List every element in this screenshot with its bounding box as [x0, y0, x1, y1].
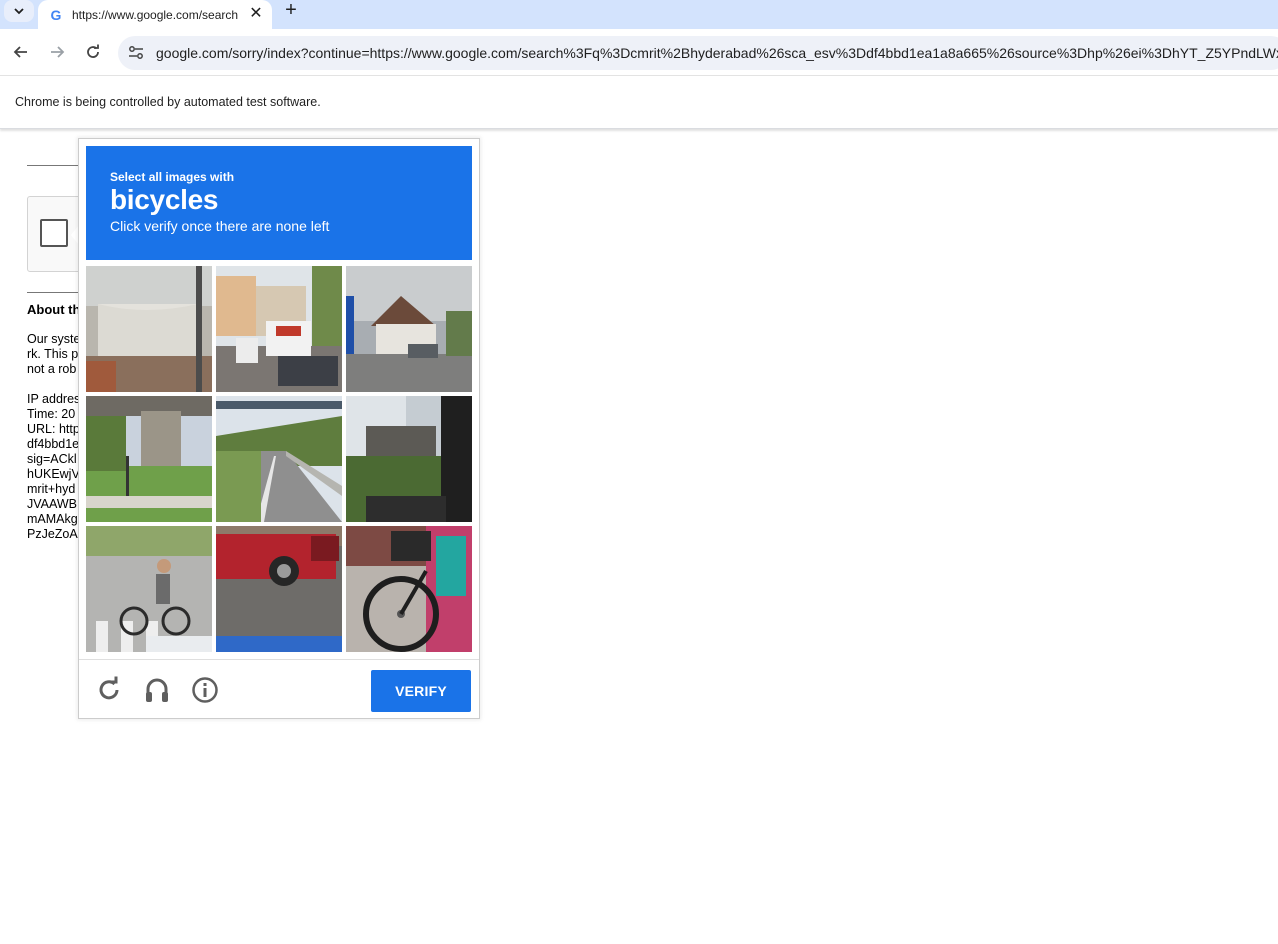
instruction-text: Select all images with [110, 170, 235, 184]
arrow-right-icon [51, 46, 65, 58]
page-text-line: sig=ACkl [27, 452, 77, 466]
page-text-line: mAMAkg [27, 512, 78, 526]
tile-cyclist-crosswalk[interactable] [86, 526, 212, 652]
tab-strip: G https://www.google.com/search ✕ + [0, 0, 1278, 29]
reload-challenge-icon[interactable] [95, 676, 123, 704]
page-text-line: Our syste [27, 332, 81, 346]
url-text: google.com/sorry/index?continue=https://… [156, 45, 1278, 61]
page-text-line: not a rob [27, 362, 77, 376]
address-bar[interactable]: google.com/sorry/index?continue=https://… [118, 36, 1278, 70]
page-text-line: rk. This p [27, 347, 79, 361]
page-text-line: hUKEwjV [27, 467, 80, 481]
page-text-line: IP addres [27, 392, 81, 406]
page-text-line: Time: 20 [27, 407, 76, 421]
page-text-line: df4bbd1e [27, 437, 80, 451]
active-tab[interactable]: G https://www.google.com/search ✕ [38, 0, 272, 29]
tile-red-pickup[interactable] [216, 526, 342, 652]
page-text-line: mrit+hyd [27, 482, 76, 496]
about-heading: About th [27, 302, 81, 317]
verify-button[interactable]: VERIFY [371, 670, 471, 712]
infobar-text: Chrome is being controlled by automated … [15, 95, 321, 109]
page-text-line: JVAAWB [27, 497, 78, 511]
page-text-line: PzJeZoA [27, 527, 78, 541]
forward-button[interactable] [44, 39, 70, 65]
google-favicon-icon: G [50, 6, 62, 23]
recaptcha-checkbox[interactable] [40, 219, 68, 247]
site-info-icon[interactable] [126, 43, 146, 63]
page-text-line: URL: http [27, 422, 80, 436]
challenge-footer: VERIFY [79, 659, 479, 719]
arrow-left-icon [13, 46, 27, 58]
new-tab-button[interactable]: + [280, 0, 302, 22]
target-object: bicycles [110, 184, 219, 215]
tile-house-trees[interactable] [346, 396, 472, 522]
reload-button[interactable] [80, 39, 106, 65]
browser-toolbar: google.com/sorry/index?continue=https://… [0, 29, 1278, 76]
tile-highway-bridge[interactable] [216, 396, 342, 522]
image-grid [86, 266, 472, 652]
recaptcha-challenge: Select all images with bicycles Click ve… [78, 138, 480, 719]
chevron-down-icon [14, 8, 24, 15]
tab-search-button[interactable] [4, 0, 34, 22]
info-icon[interactable] [191, 676, 219, 704]
tile-street-truck[interactable] [216, 266, 342, 392]
tile-bicycle-wheel[interactable] [346, 526, 472, 652]
reload-icon [87, 44, 99, 58]
tab-title: https://www.google.com/search [72, 7, 238, 22]
challenge-header: Select all images with bicycles Click ve… [86, 146, 472, 260]
tile-building-scaffold[interactable] [86, 266, 212, 392]
instruction-subtext: Click verify once there are none left [110, 218, 330, 234]
automation-infobar: Chrome is being controlled by automated … [0, 76, 1278, 129]
headphones-icon[interactable] [143, 676, 171, 704]
close-tab-icon[interactable]: ✕ [248, 6, 264, 22]
tile-gas-station[interactable] [346, 266, 472, 392]
tile-underpass-park[interactable] [86, 396, 212, 522]
back-button[interactable] [8, 39, 34, 65]
